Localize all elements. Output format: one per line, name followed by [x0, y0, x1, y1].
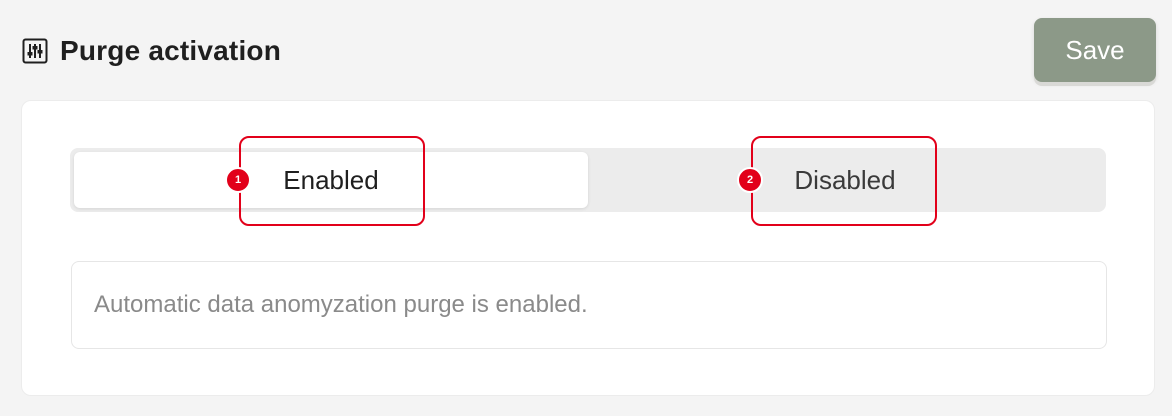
purge-activation-panel: Purge activation Save Enabled Disabled 1… [0, 0, 1172, 416]
enabled-option[interactable]: Enabled [74, 152, 588, 208]
marker-badge-2: 2 [737, 167, 763, 193]
settings-card: Enabled Disabled 1 2 Automatic data anom… [21, 100, 1155, 396]
disabled-option-label: Disabled [794, 164, 896, 195]
page-title: Purge activation [60, 35, 282, 66]
status-message-box: Automatic data anomyzation purge is enab… [71, 261, 1107, 349]
disabled-option[interactable]: Disabled [588, 152, 1102, 208]
sliders-icon [22, 38, 48, 64]
enabled-option-label: Enabled [283, 164, 379, 195]
save-button[interactable]: Save [1034, 18, 1156, 82]
section-header: Purge activation [22, 26, 281, 76]
marker-badge-1: 1 [225, 167, 251, 193]
status-message: Automatic data anomyzation purge is enab… [94, 291, 588, 318]
